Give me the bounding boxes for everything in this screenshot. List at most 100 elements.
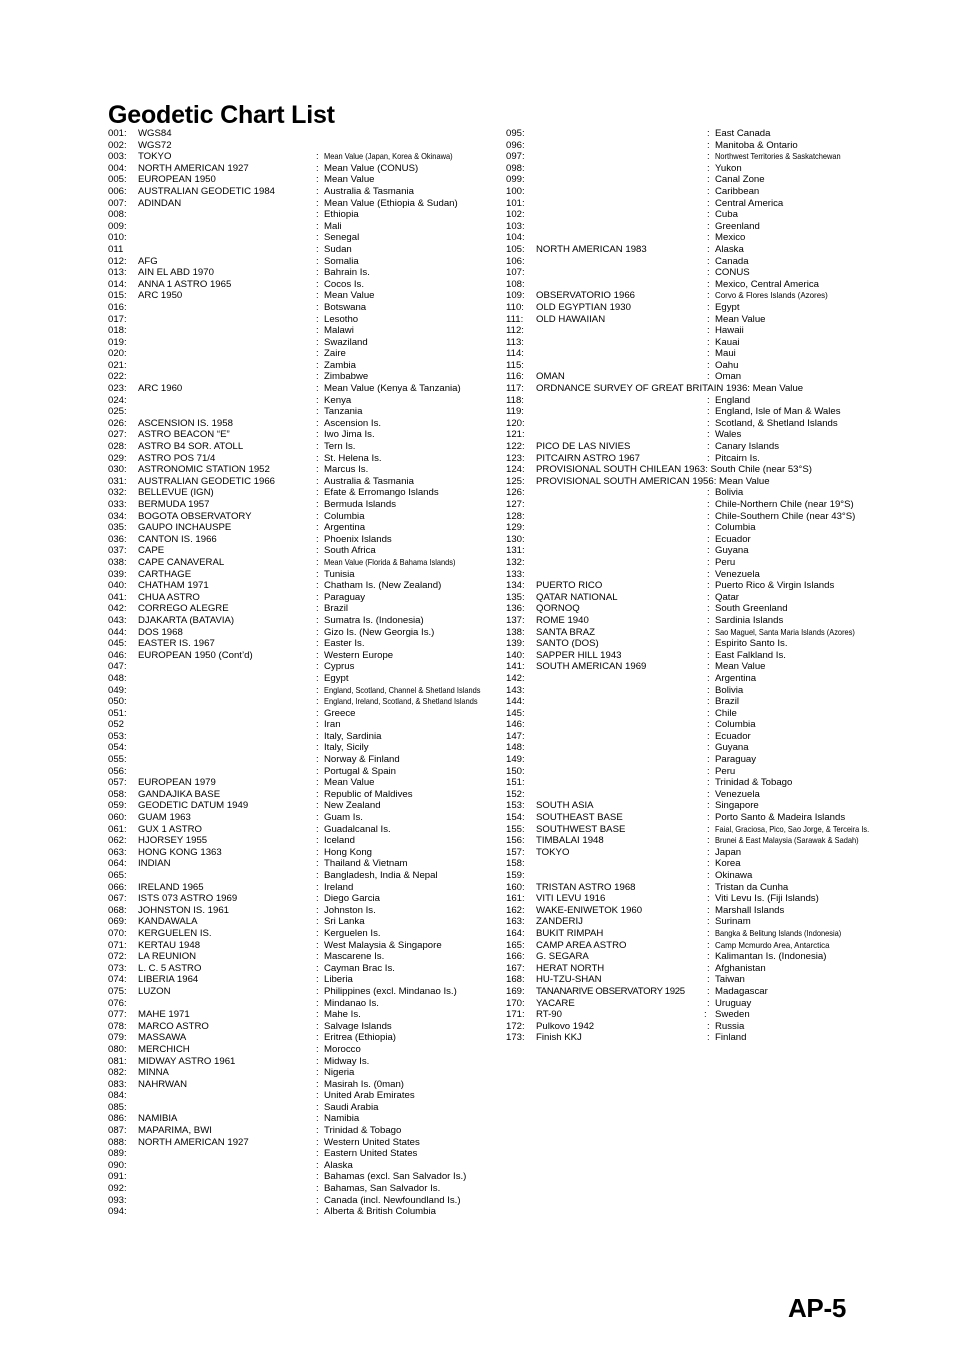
chart-index: 168: (506, 974, 525, 986)
chart-list-row: 171: RT-90: Sweden (506, 1009, 906, 1021)
chart-index: 073: (108, 962, 127, 974)
chart-list-row: 043: DJAKARTA (BATAVIA): Sumatra Is. (Indo… (108, 615, 488, 627)
chart-index: 104: (506, 232, 525, 244)
chart-datum-region: Faial, Graciosa, Pico, Sao Jorge, & Terc… (715, 824, 870, 834)
chart-index: 054: (108, 742, 127, 754)
chart-datum-name: ADINDAN (138, 197, 182, 209)
chart-list-row: 131:: Guyana (506, 545, 906, 557)
chart-datum-name: KERGUELEN IS. (138, 927, 212, 939)
chart-index: 167: (506, 962, 525, 974)
chart-datum-region: Sudan (324, 243, 352, 255)
chart-list-row: 040: CHATHAM 1971: Chatham Is. (New Zealan… (108, 580, 488, 592)
chart-datum-region: East Canada (715, 128, 771, 139)
chart-index: 105: (506, 243, 525, 255)
chart-datum-region: Thailand & Vietnam (324, 858, 408, 870)
chart-datum-region: Marcus Is. (324, 464, 369, 476)
chart-datum-name: NORTH AMERICAN 1927 (138, 162, 249, 174)
chart-list-row: 132:: Peru (506, 557, 906, 569)
field-separator: : (707, 290, 710, 302)
chart-datum-region: Columbia (715, 719, 756, 731)
chart-list-row: 021:: Zambia (108, 360, 488, 372)
chart-list-row: 013: AIN EL ABD 1970: Bahrain Is. (108, 267, 488, 279)
field-separator: : (316, 1055, 319, 1067)
chart-index: 030: (108, 464, 127, 476)
chart-list-row: 066: IRELAND 1965: Ireland (108, 882, 488, 894)
chart-datum-region: Paraguay (324, 591, 366, 603)
chart-datum-name: ARC 1960 (138, 383, 183, 395)
chart-datum-region: Italy, Sardinia (324, 730, 382, 742)
field-separator: : (316, 151, 319, 163)
chart-index: 084: (108, 1090, 127, 1102)
field-separator: : (316, 1148, 319, 1160)
chart-index: 161: (506, 893, 525, 905)
chart-datum-name: CORREGO ALEGRE (138, 603, 229, 615)
field-separator: : (316, 1194, 319, 1206)
chart-index: 116: (506, 371, 524, 383)
chart-index: 051: (108, 707, 127, 719)
field-separator: : (316, 696, 319, 708)
chart-list-row: 165: CAMP AREA ASTRO: Camp Mcmurdo Area, A… (506, 940, 906, 952)
chart-index: 060: (108, 812, 127, 824)
chart-index: 121: (506, 429, 525, 441)
field-separator: : (707, 417, 710, 429)
chart-index: 163: (506, 916, 525, 928)
chart-datum-region: Caribbean (715, 185, 760, 197)
chart-index: 066: (108, 881, 127, 893)
chart-datum-region: Guam Is. (324, 812, 363, 824)
chart-datum-region: Pitcairn Is. (715, 452, 760, 464)
chart-index: 113: (506, 336, 524, 348)
chart-index: 102: (506, 209, 525, 221)
chart-datum-region: Yukon (715, 162, 742, 174)
chart-datum-region: Tern Is. (324, 441, 356, 453)
chart-list-row: 093:: Canada (incl. Newfoundland Is.) (108, 1195, 488, 1207)
chart-datum-region: Corvo & Flores Islands (Azores) (715, 290, 828, 301)
field-separator: : (316, 464, 319, 476)
chart-list-row: 168: HU-TZU-SHAN: Taiwan (506, 974, 906, 986)
chart-datum-name: MARCO ASTRO (138, 1020, 209, 1032)
chart-datum-region: Cayman Brac Is. (324, 962, 395, 974)
chart-index: 158: (506, 858, 525, 870)
chart-list-row: 112:: Hawaii (506, 325, 906, 337)
chart-datum-region: Gizo Is. (New Georgia Is.) (324, 626, 435, 638)
chart-index: 108: (506, 278, 525, 290)
chart-datum-region: Canary Islands (715, 441, 779, 453)
field-separator: : (316, 522, 319, 534)
chart-list-row: 075: LUZON: Philippines (excl. Mindanao Is… (108, 986, 488, 998)
chart-list-row: 012: AFG: Somalia (108, 256, 488, 268)
chart-datum-name: L. C. 5 ASTRO (138, 962, 202, 974)
chart-datum-name: CHATHAM 1971 (138, 580, 209, 592)
chart-datum-name: GEODETIC DATUM 1949 (138, 800, 249, 812)
chart-datum-region: Mexico (715, 232, 746, 244)
chart-index: 092: (108, 1183, 127, 1195)
chart-list-row: 145:: Chile (506, 708, 906, 720)
chart-datum-region: Porto Santo & Madeira Islands (715, 812, 846, 824)
chart-datum-region: East Falkland Is. (715, 649, 786, 661)
chart-index: 021: (108, 359, 127, 371)
chart-datum-name: SOUTHWEST BASE (536, 823, 626, 835)
chart-list-row: 055:: Norway & Finland (108, 754, 488, 766)
field-separator: : (707, 452, 710, 464)
chart-datum-region: Salvage Islands (324, 1020, 392, 1032)
chart-list-row: 082: MINNA: Nigeria (108, 1067, 488, 1079)
field-separator: : (316, 209, 319, 221)
chart-datum-region: Mean Value (715, 313, 766, 325)
chart-datum-region: Columbia (715, 522, 756, 534)
chart-datum-name: HJORSEY 1955 (138, 835, 208, 847)
chart-datum-region: Kenya (324, 394, 352, 406)
chart-index: 132: (506, 556, 525, 568)
chart-list-row: 158:: Korea (506, 858, 906, 870)
chart-list-row: 109: OBSERVATORIO 1966: Corvo & Flores Isl… (506, 290, 906, 302)
chart-index: 002: (108, 139, 127, 151)
chart-datum-region: Mean Value (Ethiopia & Sudan) (324, 197, 458, 209)
field-separator: : (316, 452, 319, 464)
chart-datum-region: Ireland (324, 881, 354, 893)
chart-datum-region: Mean Value (Florida & Bahama Islands) (324, 557, 456, 567)
chart-index: 078: (108, 1020, 127, 1032)
chart-list-row: 039: CARTHAGE: Tunisia (108, 569, 488, 581)
chart-index: 012: (108, 255, 127, 267)
field-separator: : (707, 835, 710, 847)
chart-index: 145: (506, 707, 525, 719)
chart-datum-region: New Zealand (324, 800, 381, 812)
chart-datum-name: QATAR NATIONAL (536, 591, 618, 603)
chart-datum-region: Mean Value (CONUS) (324, 162, 419, 174)
